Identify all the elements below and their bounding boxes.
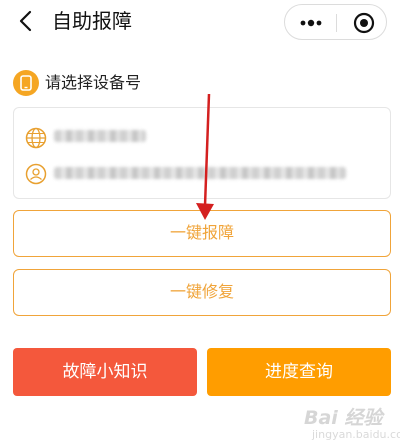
watermark-logo-text: Bai 经验 [304,407,383,429]
nav-bar: 自助报障 [0,0,400,44]
more-icon[interactable] [299,19,323,27]
watermark: Bai 经验 jingyan.baidu.com [282,400,400,444]
watermark-url: jingyan.baidu.com [312,428,400,441]
select-device-label: 请选择设备号 [45,73,142,92]
progress-query-button[interactable]: 进度查询 [207,348,391,396]
back-icon[interactable] [14,9,38,33]
device-icon [13,70,39,96]
user-icon [25,163,47,185]
onekey-repair-button[interactable]: 一键修复 [13,269,391,316]
device-address-redacted [54,167,346,179]
onekey-report-button[interactable]: 一键报障 [13,210,391,257]
fault-knowledge-button[interactable]: 故障小知识 [13,348,197,396]
device-number-redacted [54,130,146,142]
page-title: 自助报障 [52,9,132,33]
target-icon[interactable] [353,12,375,34]
mini-program-capsule [284,4,387,40]
capsule-divider [336,14,337,32]
device-card[interactable] [13,107,391,199]
globe-icon [25,127,47,149]
